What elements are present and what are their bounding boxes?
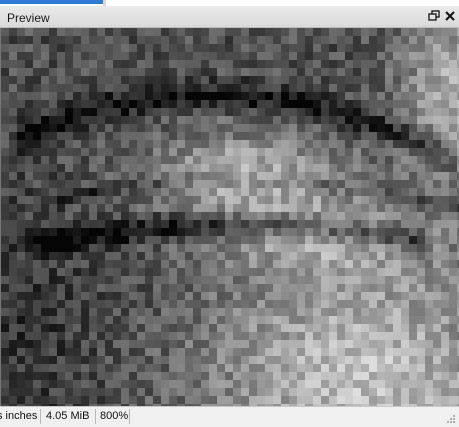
image-preview[interactable]	[0, 28, 459, 406]
panel-titlebar: Preview	[0, 6, 459, 28]
resize-grip-icon[interactable]	[446, 414, 456, 424]
close-icon[interactable]	[443, 9, 457, 23]
status-separator	[129, 409, 130, 424]
status-bar: s inches 4.05 MiB 800%	[0, 406, 459, 427]
active-tab-accent	[0, 0, 103, 4]
status-separator	[95, 409, 96, 424]
zoom-level-label: 800%	[100, 410, 129, 422]
panel-title: Preview	[7, 11, 50, 25]
status-separator	[40, 409, 41, 424]
image-size-label: s inches	[0, 410, 38, 422]
preview-canvas[interactable]	[1, 28, 459, 406]
restore-window-icon[interactable]	[427, 9, 441, 23]
file-size-label: 4.05 MiB	[46, 410, 90, 422]
